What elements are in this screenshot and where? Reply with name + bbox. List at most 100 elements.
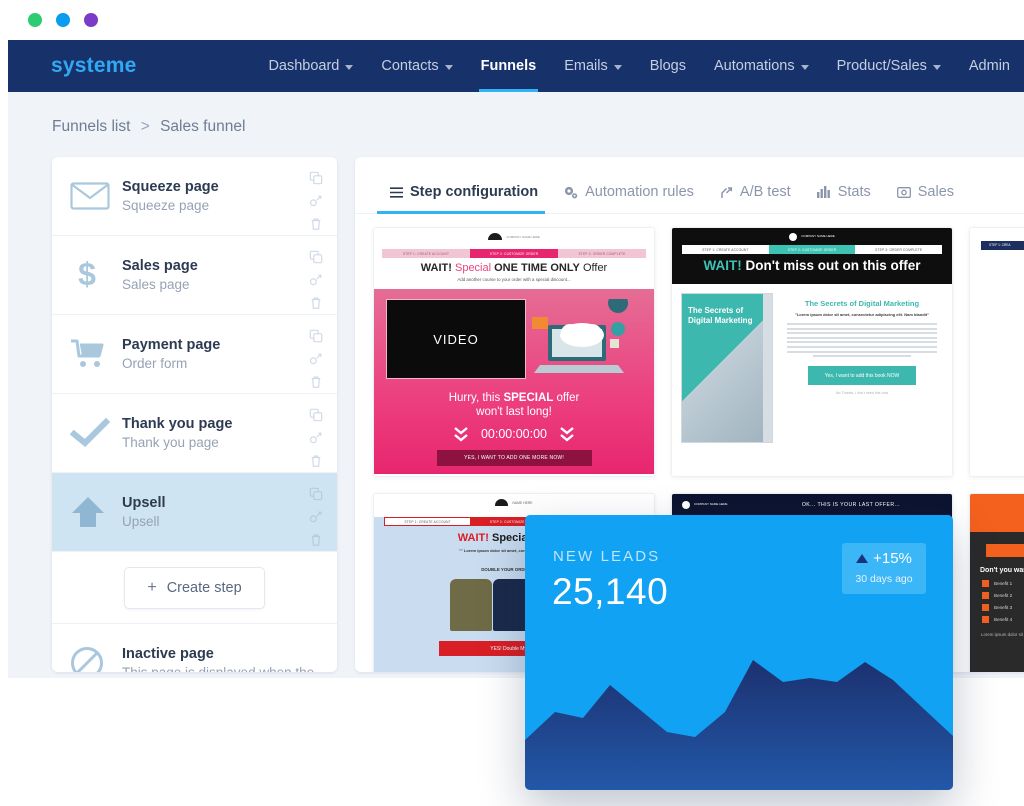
template-decline-link: No Thanks, I don't need this now [835, 391, 889, 396]
urgency-text: Hurry, this SPECIAL offer won't last lon… [386, 391, 642, 420]
logo-mark-icon [789, 232, 798, 241]
template-card-secrets-navy-report[interactable]: STEP 1: CREA THE SECRETS OF DIGITAL MARK… [969, 227, 1024, 477]
step-item-sales-page[interactable]: $ Sales page Sales page [52, 236, 337, 315]
chevron-down-icon [560, 426, 574, 442]
tab-step-configuration[interactable]: Step configuration [377, 184, 551, 214]
template-quote: "Lorem ipsum dolor sit amet, consectetur… [794, 312, 930, 317]
duplicate-icon[interactable] [309, 408, 323, 422]
nav-item-automations[interactable]: Automations [700, 40, 823, 92]
checkout-step: STEP 1: CREATE ACCOUNT [682, 245, 769, 254]
countdown-timer: 00:00:00:00 [480, 426, 548, 441]
trash-icon[interactable] [309, 375, 323, 389]
headline-rest: Don't miss out on this offer [745, 258, 921, 273]
nav-item-product-sales[interactable]: Product/Sales [823, 40, 955, 92]
link-icon[interactable] [309, 273, 323, 287]
tab-automation-rules[interactable]: Automation rules [551, 184, 707, 213]
trash-icon[interactable] [309, 454, 323, 468]
checkout-step: STEP 1: CREA [989, 243, 1011, 247]
tab-sales[interactable]: Sales [884, 184, 967, 213]
tab-label: Automation rules [585, 184, 694, 200]
template-card-one-time-only-pink[interactable]: COMPANY NAME HERE STEP 1: CREATE ACCOUNT… [373, 227, 655, 477]
benefit-item: Benefit 2 [982, 592, 1024, 599]
template-subhead: Add another course to your order with a … [457, 277, 571, 282]
step-actions [309, 250, 323, 310]
svg-text:$: $ [78, 258, 96, 292]
trash-icon[interactable] [309, 217, 323, 231]
link-icon[interactable] [309, 510, 323, 524]
benefit-label: Benefit 3 [994, 605, 1013, 610]
step-item-payment-page[interactable]: Payment page Order form [52, 315, 337, 394]
link-icon[interactable] [309, 431, 323, 445]
logo-text: COMPANY NAME HERE [694, 502, 728, 507]
tab-ab-test[interactable]: A/B test [707, 184, 804, 213]
duplicate-icon[interactable] [309, 487, 323, 501]
list-icon [390, 186, 403, 198]
trash-icon[interactable] [309, 533, 323, 547]
chevron-down-icon [454, 426, 468, 442]
nav-item-admin[interactable]: Admin [955, 40, 1024, 92]
nav-label: Funnels [480, 58, 537, 74]
link-icon[interactable] [309, 352, 323, 366]
link-icon[interactable] [309, 194, 323, 208]
nav-item-dashboard[interactable]: Dashboard [254, 40, 367, 92]
nav-label: Admin [968, 58, 1010, 74]
create-step-button[interactable]: + Create step [124, 566, 265, 609]
template-cta-button: YES, I WANT TO ADD ONE MORE NOW! [436, 449, 592, 466]
checkout-step: STEP 2: CUSTOMIZE ORDER [470, 249, 558, 258]
step-subtitle: Squeeze page [122, 198, 210, 213]
nav-item-contacts[interactable]: Contacts [367, 40, 466, 92]
delta-row: +15% [842, 550, 926, 567]
breadcrumb: Funnels list > Sales funnel [8, 92, 1024, 136]
template-body-text: Lorem ipsum dolor sit consectetur adipis… [981, 632, 1024, 637]
urgency-3: offer [556, 392, 580, 404]
checkout-steps-bar: STEP 1: CREATE ACCOUNT STEP 2: CUSTOMIZE… [382, 249, 646, 258]
window-dot-purple-icon[interactable] [84, 13, 98, 27]
template-logo-bar: COMPANY NAME HERE [682, 497, 728, 514]
tab-stats[interactable]: Stats [804, 184, 884, 213]
step-subtitle: Upsell [122, 514, 160, 529]
logo-text: NAME HERE [512, 500, 533, 505]
cart-icon [70, 338, 122, 370]
step-item-upsell[interactable]: Upsell Upsell [52, 473, 337, 552]
book-mockup: The Secrets of Digital Marketing [681, 293, 773, 443]
window-dot-green-icon[interactable] [28, 13, 42, 27]
steps-panel: Squeeze page Squeeze page $ Sales page S… [52, 157, 337, 672]
duplicate-icon[interactable] [309, 171, 323, 185]
nav-label: Automations [714, 58, 795, 74]
headline-wait: WAIT! [420, 262, 452, 274]
duplicate-icon[interactable] [309, 250, 323, 264]
duplicate-icon[interactable] [309, 329, 323, 343]
nav-item-emails[interactable]: Emails [550, 40, 636, 92]
window-dot-blue-icon[interactable] [56, 13, 70, 27]
breadcrumb-funnels-list[interactable]: Funnels list [52, 118, 130, 135]
bullet-icon [982, 604, 989, 611]
step-item-thank-you-page[interactable]: Thank you page Thank you page [52, 394, 337, 473]
template-card-dont-you-want-orange[interactable]: Don't you want to... Benefit 1 Benefit 2… [969, 493, 1024, 672]
logo-mark-icon [682, 501, 690, 509]
nav-item-blogs[interactable]: Blogs [636, 40, 700, 92]
step-item-inactive-page[interactable]: Inactive page This page is displayed whe… [52, 624, 337, 672]
trash-icon[interactable] [309, 296, 323, 310]
new-leads-card[interactable]: NEW LEADS 25,140 +15% 30 days ago [525, 515, 953, 790]
brand-logo[interactable]: systeme [51, 54, 254, 78]
logo-mark-icon [495, 499, 509, 506]
template-logo-bar: COMPANY NAME HERE [374, 228, 654, 245]
create-step-label: Create step [166, 579, 242, 596]
gears-icon [564, 186, 578, 199]
step-actions [309, 487, 323, 547]
nav-item-funnels[interactable]: Funnels [467, 40, 551, 92]
urgency-special: SPECIAL [503, 392, 554, 404]
benefit-item: Benefit 3 [982, 604, 1024, 611]
tab-bar: Step configuration Automation rules A/B … [355, 157, 1024, 214]
logo-text: COMPANY NAME HERE [801, 233, 835, 238]
template-subheadline: The Secrets of Digital Marketing [804, 299, 920, 308]
nav-label: Product/Sales [836, 58, 927, 74]
step-text: Payment page Order form [122, 337, 321, 371]
plus-icon: + [147, 578, 157, 596]
nav-label: Blogs [649, 58, 686, 74]
step-subtitle: This page is displayed when the [122, 665, 321, 672]
template-card-dont-miss-out-teal[interactable]: COMPANY NAME HERE STEP 1: CREATE ACCOUNT… [671, 227, 953, 477]
step-item-squeeze-page[interactable]: Squeeze page Squeeze page [52, 157, 337, 236]
benefit-label: Benefit 1 [994, 581, 1013, 586]
tab-label: Sales [917, 184, 955, 200]
